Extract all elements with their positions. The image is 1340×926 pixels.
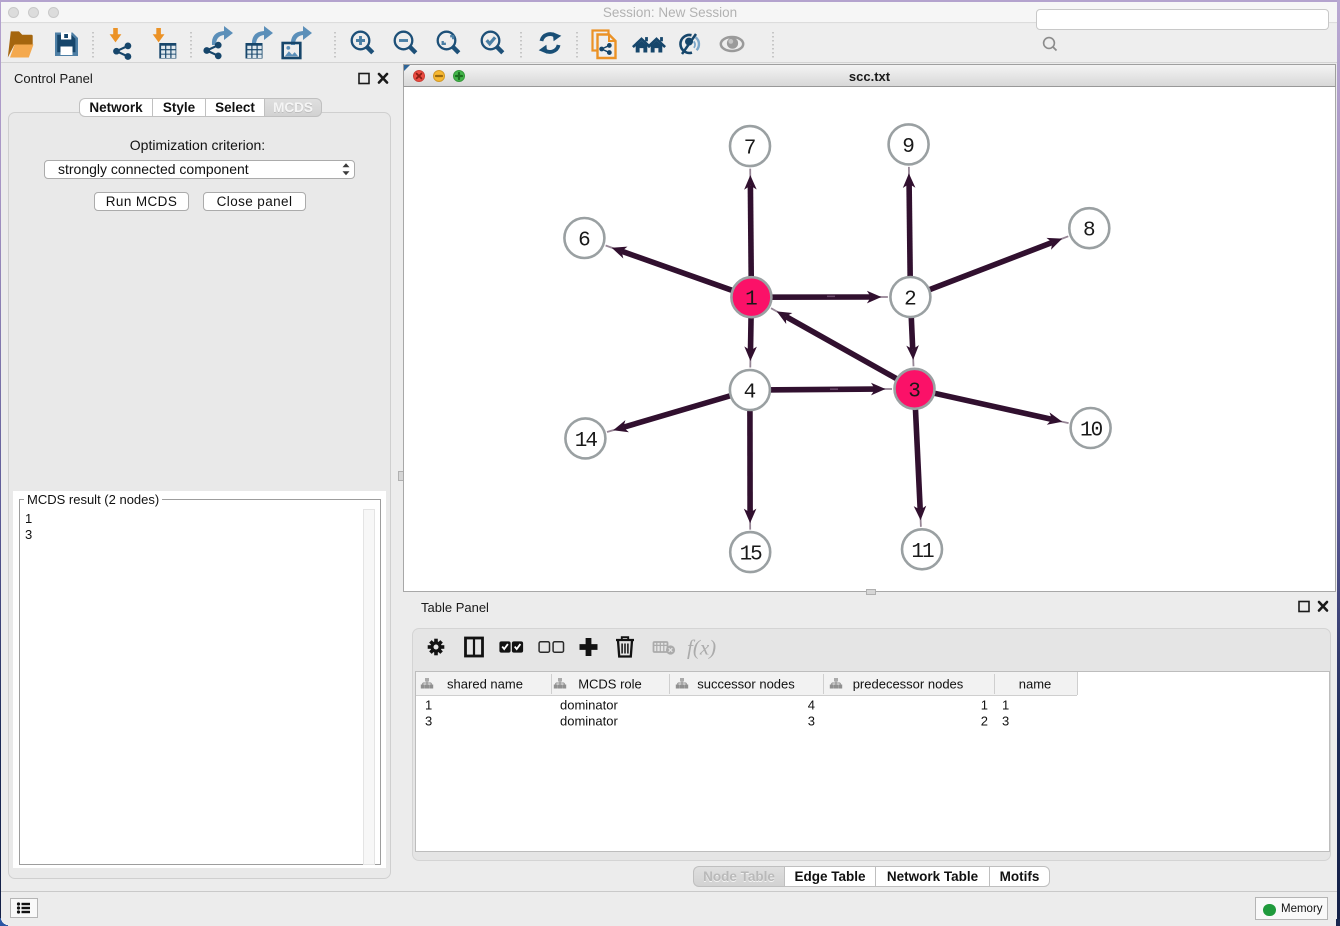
svg-text:3: 3 (425, 714, 432, 729)
svg-text:3: 3 (908, 380, 921, 403)
svg-text:1: 1 (425, 698, 432, 713)
svg-text:10: 10 (1080, 420, 1103, 443)
svg-text:4: 4 (808, 698, 815, 713)
svg-text:1: 1 (981, 698, 988, 713)
svg-text:8: 8 (1083, 220, 1096, 243)
svg-text:MCDS role: MCDS role (578, 677, 642, 692)
svg-text:2: 2 (981, 714, 988, 729)
svg-text:f(x): f(x) (687, 636, 716, 660)
svg-text:dominator: dominator (560, 714, 618, 729)
svg-text:9: 9 (902, 136, 915, 159)
svg-text:dominator: dominator (560, 698, 618, 713)
svg-text:successor nodes: successor nodes (697, 677, 795, 692)
svg-text:1: 1 (745, 289, 758, 312)
svg-text:name: name (1019, 677, 1052, 692)
svg-text:6: 6 (578, 230, 591, 253)
svg-text:1: 1 (1002, 698, 1009, 713)
svg-text:2: 2 (904, 289, 917, 312)
svg-text:11: 11 (911, 541, 934, 564)
svg-text:14: 14 (575, 430, 598, 453)
svg-text:3: 3 (1002, 714, 1009, 729)
svg-text:4: 4 (744, 382, 757, 405)
svg-text:predecessor nodes: predecessor nodes (853, 677, 964, 692)
svg-text:3: 3 (808, 714, 815, 729)
svg-text:15: 15 (740, 544, 763, 567)
svg-text:shared name: shared name (447, 677, 523, 692)
svg-text:7: 7 (744, 138, 757, 161)
